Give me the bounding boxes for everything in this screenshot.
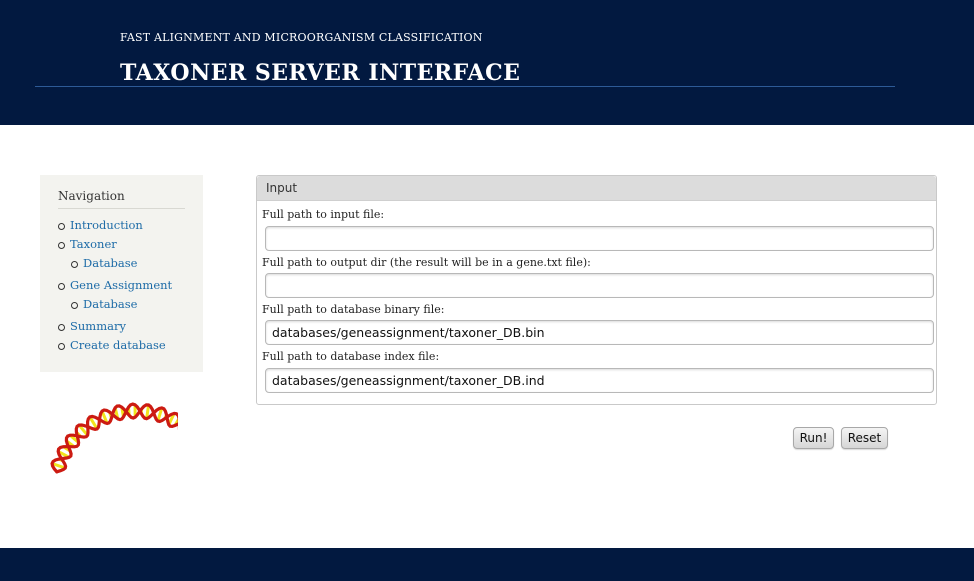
nav-item-summary: Summary: [58, 317, 185, 336]
output-dir-field[interactable]: [265, 273, 934, 298]
database-binary-field[interactable]: [265, 320, 934, 345]
nav-item-taxoner-database: Database: [71, 254, 185, 273]
nav-item-gene-assignment-database: Database: [71, 295, 185, 314]
database-index-label: Full path to database index file:: [262, 350, 440, 363]
nav-item-introduction: Introduction: [58, 216, 185, 235]
nav-link-summary[interactable]: Summary: [70, 319, 126, 333]
reset-button[interactable]: Reset: [841, 427, 888, 449]
nav-item-gene-assignment: Gene Assignment: [58, 276, 185, 295]
site-subtitle: FAST ALIGNMENT AND MICROORGANISM CLASSIF…: [120, 31, 483, 44]
input-file-label: Full path to input file:: [262, 208, 385, 221]
taxoner-subnav: Database: [58, 254, 185, 273]
output-dir-label: Full path to output dir (the result will…: [262, 256, 591, 269]
input-file-field[interactable]: [265, 226, 934, 251]
navigation-sidebar: Navigation Introduction Taxoner Database…: [40, 175, 203, 372]
dna-helix-icon: [50, 402, 178, 474]
nav-link-gene-assignment[interactable]: Gene Assignment: [70, 278, 172, 292]
site-header: FAST ALIGNMENT AND MICROORGANISM CLASSIF…: [0, 0, 974, 125]
nav-link-create-database[interactable]: Create database: [70, 338, 166, 352]
gene-assignment-subnav: Database: [58, 295, 185, 314]
input-panel-title: Input: [257, 176, 936, 201]
nav-link-taxoner-database[interactable]: Database: [83, 256, 137, 270]
nav-item-create-database: Create database: [58, 336, 185, 355]
navigation-list: Introduction Taxoner Database Gene Assig…: [58, 216, 185, 355]
nav-link-introduction[interactable]: Introduction: [70, 218, 143, 232]
input-panel: Input Full path to input file: Full path…: [256, 175, 937, 405]
nav-item-taxoner: Taxoner: [58, 235, 185, 254]
run-button[interactable]: Run!: [793, 427, 834, 449]
nav-link-gene-assignment-database[interactable]: Database: [83, 297, 137, 311]
header-divider: [35, 86, 895, 87]
nav-link-taxoner[interactable]: Taxoner: [70, 237, 117, 251]
site-title: TAXONER SERVER INTERFACE: [120, 60, 521, 86]
navigation-title: Navigation: [58, 189, 185, 209]
site-footer: [0, 548, 974, 581]
database-index-field[interactable]: [265, 368, 934, 393]
database-binary-label: Full path to database binary file:: [262, 303, 445, 316]
